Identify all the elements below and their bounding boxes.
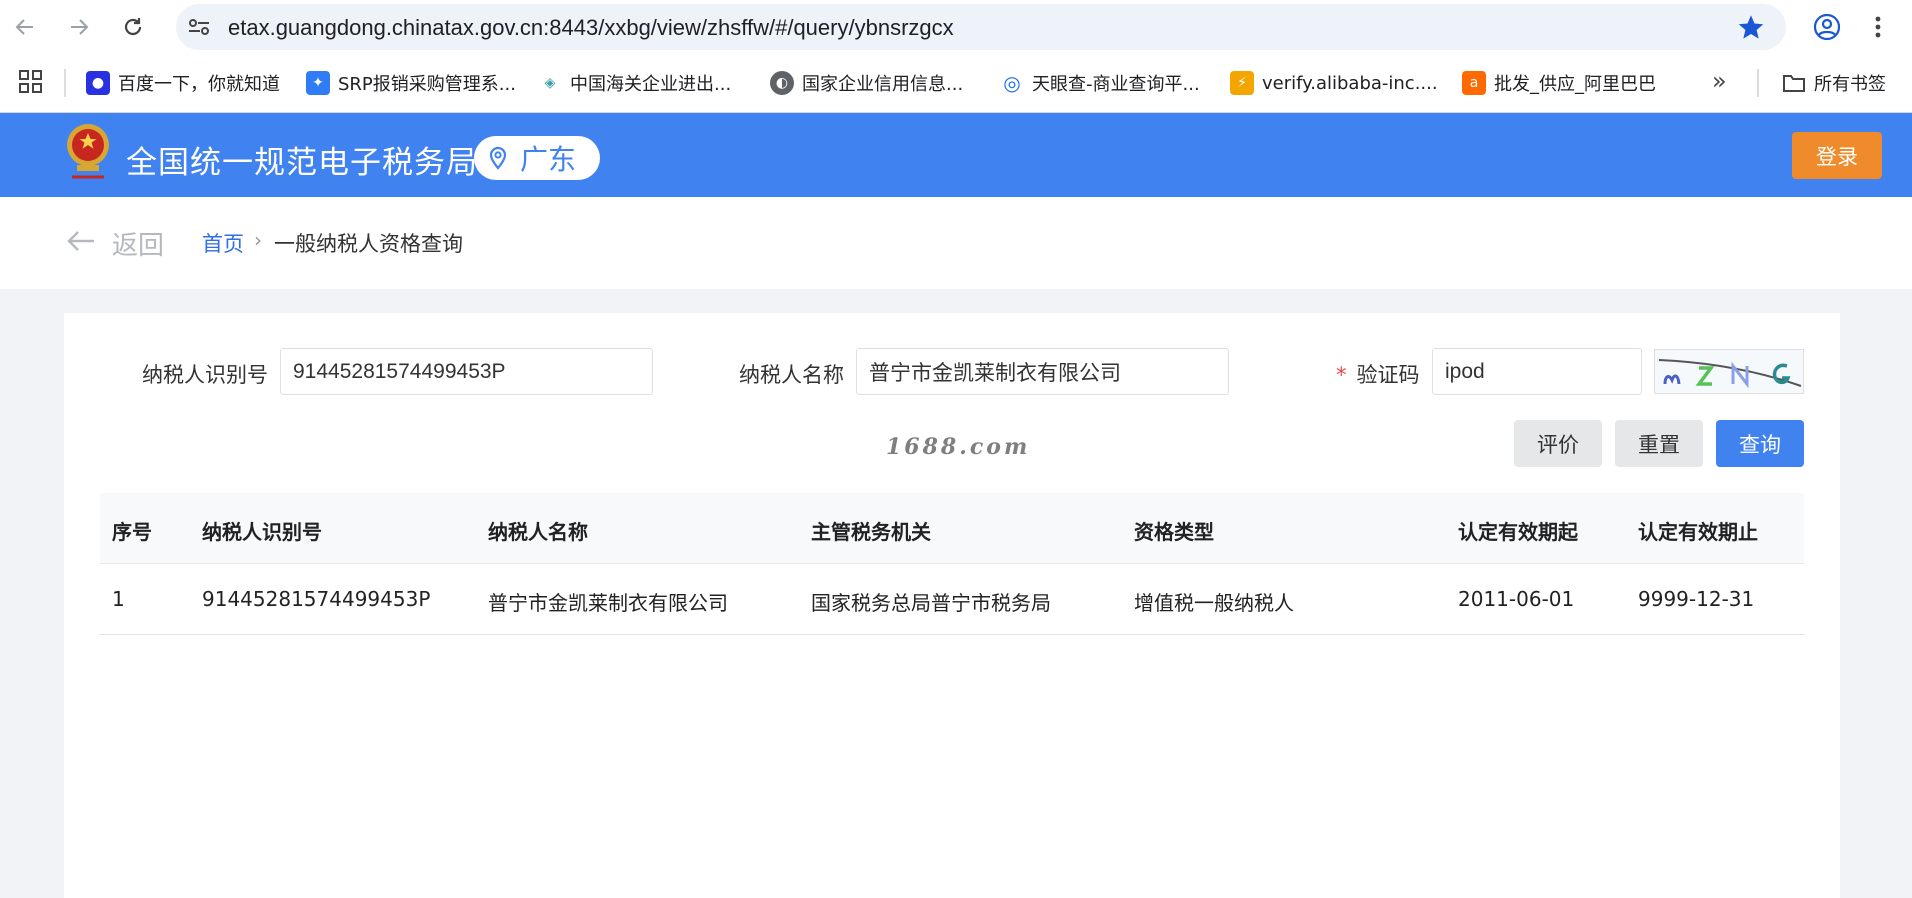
- back-link[interactable]: 返回: [112, 225, 164, 262]
- table-cell: 1: [112, 587, 125, 611]
- tianyancha-icon: ◎: [1000, 71, 1024, 95]
- region-label: 广东: [520, 143, 577, 176]
- column-header: 资格类型: [1134, 520, 1214, 544]
- taxpayer-id-input[interactable]: 91445281574499453P: [280, 348, 653, 395]
- site-settings-icon[interactable]: [186, 16, 212, 38]
- query-card: 纳税人识别号 91445281574499453P 纳税人名称 普宁市金凯莱制衣…: [64, 313, 1840, 898]
- reload-icon[interactable]: [116, 10, 150, 44]
- column-header: 序号: [112, 520, 152, 544]
- region-selector[interactable]: 广东: [474, 136, 600, 180]
- site-header: 全国统一规范电子税务局 广东 登录: [0, 113, 1912, 197]
- breadcrumb-current: 一般纳税人资格查询: [274, 232, 463, 256]
- breadcrumb-separator: ›: [254, 228, 262, 252]
- all-bookmarks-folder[interactable]: 所有书签: [1782, 67, 1886, 99]
- table-cell: 2011-06-01: [1458, 587, 1575, 611]
- bookmark-label: verify.alibaba-inc....: [1262, 72, 1438, 94]
- bookmark-divider: [1757, 69, 1759, 97]
- alibaba-icon: a: [1462, 71, 1486, 95]
- back-nav-icon[interactable]: [8, 10, 42, 44]
- required-mark: *: [1336, 363, 1347, 387]
- bookmark-label: 批发_供应_阿里巴巴: [1494, 74, 1656, 95]
- bookmark-divider: [64, 69, 66, 97]
- bookmark-label: 国家企业信用信息...: [802, 74, 964, 95]
- bookmark-label: 天眼查-商业查询平...: [1032, 74, 1200, 95]
- bookmark-item-credit[interactable]: ◐ 国家企业信用信息...: [770, 67, 963, 99]
- taxpayer-name-input[interactable]: 普宁市金凯莱制衣有限公司: [856, 348, 1229, 395]
- folder-icon: [1782, 71, 1806, 95]
- evaluate-button[interactable]: 评价: [1514, 420, 1602, 467]
- more-bookmarks-icon[interactable]: »: [1712, 67, 1727, 95]
- location-pin-icon: [489, 146, 507, 170]
- table-cell: 增值税一般纳税人: [1134, 591, 1294, 615]
- bookmark-item-tianyancha[interactable]: ◎ 天眼查-商业查询平...: [1000, 67, 1200, 99]
- captcha-image[interactable]: [1654, 349, 1804, 394]
- address-bar[interactable]: etax.guangdong.chinatax.gov.cn:8443/xxbg…: [176, 4, 1786, 50]
- bookmark-item-srp[interactable]: ✦ SRP报销采购管理系...: [306, 67, 516, 99]
- captcha-input[interactable]: ipod: [1432, 348, 1642, 395]
- customs-icon: ◈: [538, 71, 562, 95]
- globe-icon: ◐: [770, 71, 794, 95]
- url-text[interactable]: etax.guangdong.chinatax.gov.cn:8443/xxbg…: [228, 15, 954, 41]
- bookmark-label: 百度一下，你就知道: [118, 74, 280, 95]
- bookmark-label: SRP报销采购管理系...: [338, 74, 516, 95]
- all-bookmarks-label: 所有书签: [1814, 74, 1886, 95]
- column-header: 主管税务机关: [811, 520, 931, 544]
- browser-toolbar: etax.guangdong.chinatax.gov.cn:8443/xxbg…: [0, 0, 1912, 55]
- table-cell: 普宁市金凯莱制衣有限公司: [488, 591, 728, 615]
- column-header: 认定有效期止: [1638, 520, 1758, 544]
- forward-nav-icon[interactable]: [62, 10, 96, 44]
- site-title: 全国统一规范电子税务局: [126, 145, 478, 181]
- alibaba-verify-icon: ⚡: [1230, 71, 1254, 95]
- bookmark-label: 中国海关企业进出...: [570, 74, 732, 95]
- profile-icon[interactable]: [1810, 10, 1844, 44]
- srp-icon: ✦: [306, 71, 330, 95]
- back-arrow-icon[interactable]: [66, 229, 96, 253]
- taxpayer-name-label: 纳税人名称: [739, 363, 844, 387]
- column-header: 纳税人名称: [488, 520, 588, 544]
- query-button[interactable]: 查询: [1716, 420, 1804, 467]
- table-cell: 91445281574499453P: [202, 587, 431, 611]
- table-cell: 国家税务总局普宁市税务局: [811, 591, 1051, 615]
- reset-button[interactable]: 重置: [1615, 420, 1703, 467]
- bookmarks-bar: ● 百度一下，你就知道 ✦ SRP报销采购管理系... ◈ 中国海关企业进出..…: [0, 55, 1912, 113]
- bookmark-item-baidu[interactable]: ● 百度一下，你就知道: [86, 67, 280, 99]
- baidu-icon: ●: [86, 71, 110, 95]
- captcha-label-text: 验证码: [1356, 363, 1420, 387]
- column-header: 纳税人识别号: [202, 520, 322, 544]
- bookmark-item-alibaba-verify[interactable]: ⚡ verify.alibaba-inc....: [1230, 67, 1438, 99]
- table-header-row: 序号 纳税人识别号 纳税人名称 主管税务机关 资格类型 认定有效期起 认定有效期…: [100, 493, 1804, 564]
- tax-emblem-logo: [64, 123, 112, 185]
- apps-grid-icon[interactable]: [18, 69, 44, 95]
- bookmark-item-customs[interactable]: ◈ 中国海关企业进出...: [538, 67, 731, 99]
- taxpayer-id-label: 纳税人识别号: [142, 363, 268, 387]
- breadcrumb-home-link[interactable]: 首页: [202, 228, 244, 258]
- table-row[interactable]: 1 91445281574499453P 普宁市金凯莱制衣有限公司 国家税务总局…: [100, 564, 1804, 635]
- watermark-text: 1688.com: [886, 434, 1031, 460]
- breadcrumb: 返回 首页 › 一般纳税人资格查询: [0, 197, 1912, 289]
- bookmark-item-alibaba[interactable]: a 批发_供应_阿里巴巴: [1462, 67, 1656, 99]
- kebab-menu-icon[interactable]: [1866, 10, 1890, 44]
- bookmark-star-icon[interactable]: [1736, 12, 1766, 42]
- table-cell: 9999-12-31: [1638, 587, 1755, 611]
- captcha-label: * 验证码: [1336, 359, 1420, 389]
- result-table: 序号 纳税人识别号 纳税人名称 主管税务机关 资格类型 认定有效期起 认定有效期…: [100, 493, 1804, 635]
- login-button[interactable]: 登录: [1792, 132, 1882, 179]
- column-header: 认定有效期起: [1458, 520, 1578, 544]
